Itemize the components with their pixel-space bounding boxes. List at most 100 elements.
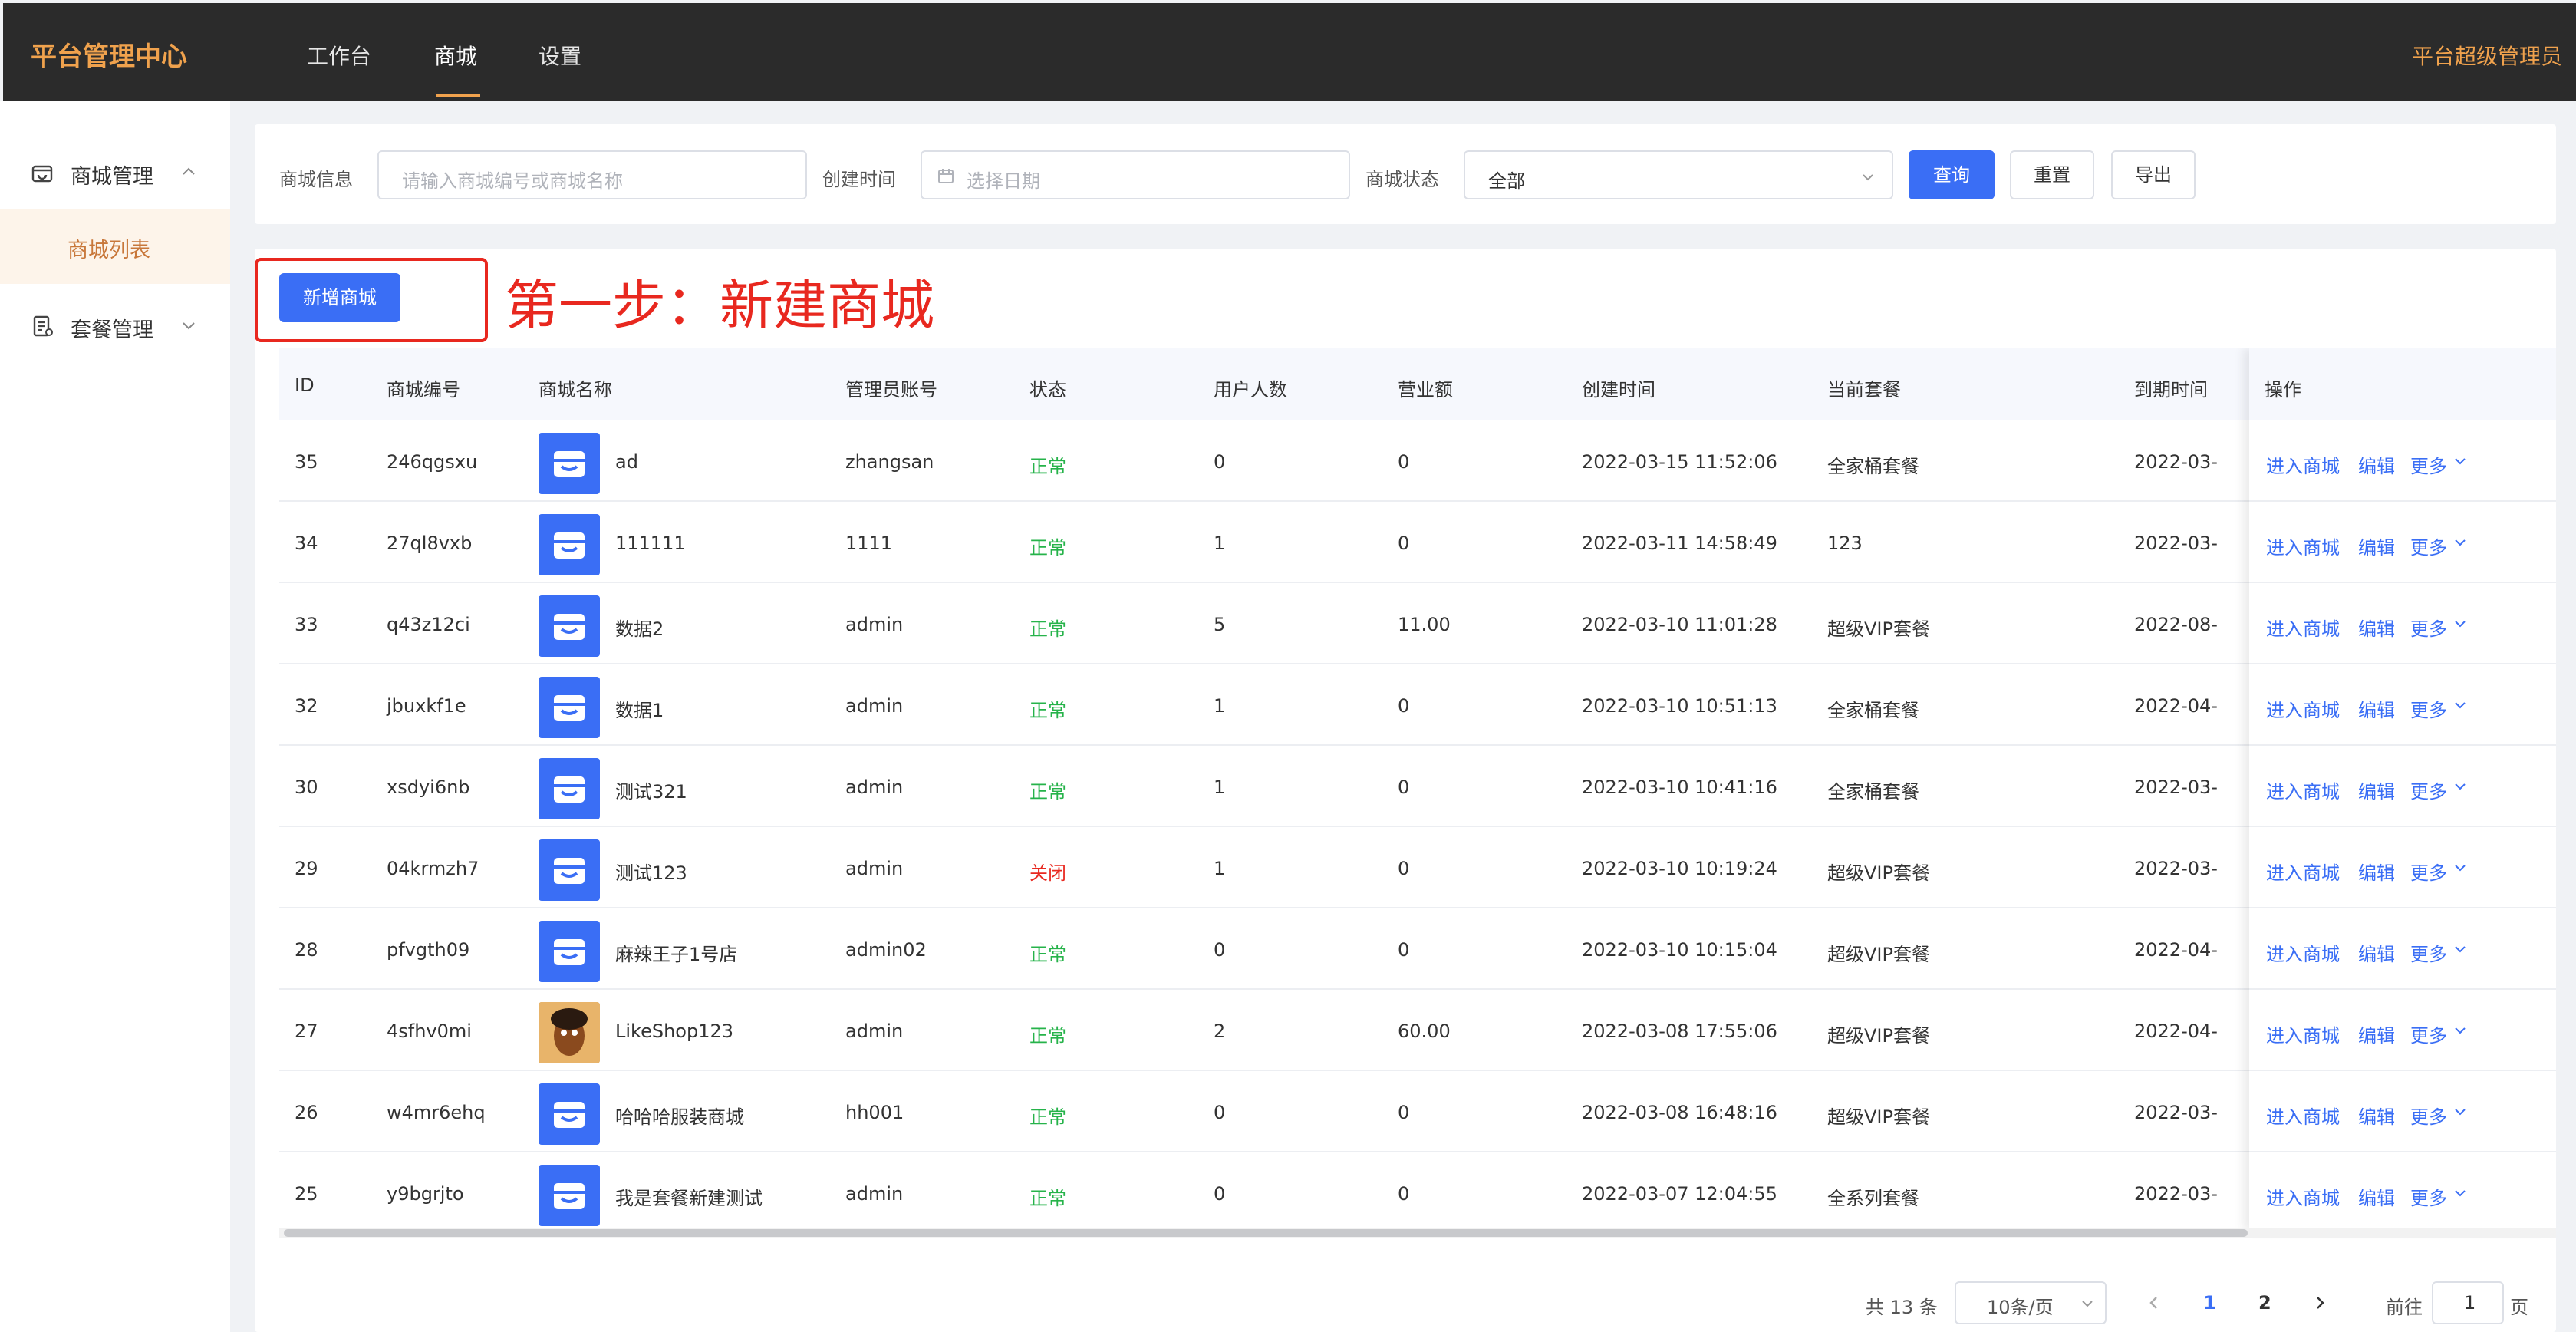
user-name[interactable]: 平台超级管理员 (2412, 40, 2562, 71)
horizontal-scrollbar[interactable] (279, 1228, 2556, 1238)
page-1[interactable]: 1 (2203, 1292, 2216, 1314)
more-link[interactable]: 更多 (2410, 1183, 2447, 1210)
table-row: 27 4sfhv0mi LikeShop123 admin 正常 2 60.00 2022-0… (279, 990, 2556, 1071)
edit-link[interactable]: 编辑 (2358, 695, 2395, 722)
edit-link[interactable]: 编辑 (2358, 1020, 2395, 1047)
chevron-down-icon (2082, 1301, 2093, 1307)
enter-mall-link[interactable]: 进入商城 (2266, 776, 2340, 803)
cell-plan: 超级VIP套餐 (1827, 862, 1930, 884)
chevron-down-icon (2455, 539, 2466, 546)
col-revenue: 营业额 (1398, 379, 1453, 401)
more-link[interactable]: 更多 (2410, 532, 2447, 559)
prev-page-icon[interactable] (2145, 1294, 2163, 1312)
cell-created: 2022-03-10 10:41:16 (1582, 776, 1777, 798)
edit-link[interactable]: 编辑 (2358, 1183, 2395, 1210)
goto-page-input[interactable]: 1 (2432, 1281, 2504, 1324)
cell-code: w4mr6ehq (387, 1102, 486, 1123)
page-size-select[interactable]: 10条/页 (1955, 1281, 2107, 1324)
edit-link[interactable]: 编辑 (2358, 614, 2395, 641)
cell-admin: admin (845, 858, 904, 879)
enter-mall-link[interactable]: 进入商城 (2266, 858, 2340, 885)
cell-id: 29 (295, 858, 318, 879)
cell-expire: 2022-03- (2134, 1102, 2218, 1123)
col-operations: 操作 (2265, 379, 2301, 401)
cell-expire: 2022-04- (2134, 695, 2218, 717)
cell-status: 关闭 (1029, 862, 1066, 884)
edit-link[interactable]: 编辑 (2358, 939, 2395, 966)
nav-mall[interactable]: 商城 (434, 40, 477, 71)
mall-info-label: 商城信息 (279, 169, 353, 190)
create-time-picker[interactable]: 选择日期 (921, 150, 1350, 199)
edit-link[interactable]: 编辑 (2358, 451, 2395, 478)
more-link[interactable]: 更多 (2410, 695, 2447, 722)
enter-mall-link[interactable]: 进入商城 (2266, 1102, 2340, 1129)
chevron-down-icon (2455, 946, 2466, 953)
cell-id: 32 (295, 695, 318, 717)
more-link[interactable]: 更多 (2410, 1102, 2447, 1129)
sidebar: 商城管理 商城列表 套餐管理 (0, 101, 230, 1332)
cell-revenue: 0 (1398, 939, 1410, 961)
cell-id: 26 (295, 1102, 318, 1123)
nav-workbench[interactable]: 工作台 (307, 40, 371, 71)
page-2[interactable]: 2 (2258, 1292, 2271, 1314)
row-operations: 进入商城 编辑 更多 (2249, 502, 2556, 583)
sidebar-item-mall-management[interactable]: 商城管理 (0, 135, 230, 209)
add-mall-button[interactable]: 新增商城 (279, 273, 400, 322)
cell-admin: admin (845, 695, 904, 717)
mall-status-select[interactable]: 全部 (1464, 150, 1893, 199)
mall-info-input[interactable]: 请输入商城编号或商城名称 (377, 150, 807, 199)
cell-status: 正常 (1029, 456, 1066, 477)
edit-link[interactable]: 编辑 (2358, 858, 2395, 885)
edit-link[interactable]: 编辑 (2358, 1102, 2395, 1129)
enter-mall-link[interactable]: 进入商城 (2266, 451, 2340, 478)
chevron-down-icon (2455, 621, 2466, 628)
edit-link[interactable]: 编辑 (2358, 776, 2395, 803)
document-icon (33, 315, 53, 337)
cell-revenue: 0 (1398, 695, 1410, 717)
top-header: 平台管理中心 工作台 商城 设置 平台超级管理员 (3, 3, 2576, 101)
mall-list-panel: 新增商城 第一步：新建商城 ID 商城编号 商城名称 管理员账号 状态 用户人数… (255, 249, 2556, 1332)
scrollbar-thumb[interactable] (284, 1229, 2248, 1237)
more-link[interactable]: 更多 (2410, 776, 2447, 803)
enter-mall-link[interactable]: 进入商城 (2266, 614, 2340, 641)
enter-mall-link[interactable]: 进入商城 (2266, 532, 2340, 559)
cell-plan: 全家桶套餐 (1827, 456, 1919, 477)
table-row: 33 q43z12ci 数据2 admin 正常 5 11.00 2022-03-10 11:… (279, 583, 2556, 664)
nav-settings[interactable]: 设置 (539, 40, 581, 71)
query-button[interactable]: 查询 (1909, 150, 1995, 199)
enter-mall-link[interactable]: 进入商城 (2266, 1020, 2340, 1047)
cell-admin: admin (845, 1020, 904, 1042)
reset-button[interactable]: 重置 (2010, 150, 2094, 199)
next-page-icon[interactable] (2311, 1294, 2329, 1312)
cell-code: pfvgth09 (387, 939, 470, 961)
cell-code: xsdyi6nb (387, 776, 470, 798)
row-operations: 进入商城 编辑 更多 (2249, 1071, 2556, 1152)
table-row: 35 246qgsxu ad zhangsan 正常 0 0 2022-03-15 11:52… (279, 420, 2556, 502)
cell-users: 1 (1214, 695, 1226, 717)
cell-users: 1 (1214, 532, 1226, 554)
more-link[interactable]: 更多 (2410, 939, 2447, 966)
cell-name: 111111 (615, 532, 686, 554)
cell-created: 2022-03-10 10:15:04 (1582, 939, 1777, 961)
more-link[interactable]: 更多 (2410, 858, 2447, 885)
store-icon (31, 165, 53, 183)
cell-plan: 超级VIP套餐 (1827, 618, 1930, 640)
cell-expire: 2022-03- (2134, 776, 2218, 798)
sidebar-item-package-management[interactable]: 套餐管理 (0, 288, 230, 362)
enter-mall-link[interactable]: 进入商城 (2266, 1183, 2340, 1210)
export-button[interactable]: 导出 (2111, 150, 2196, 199)
cell-revenue: 60.00 (1398, 1020, 1451, 1042)
more-link[interactable]: 更多 (2410, 451, 2447, 478)
enter-mall-link[interactable]: 进入商城 (2266, 695, 2340, 722)
more-link[interactable]: 更多 (2410, 614, 2447, 641)
cell-expire: 2022-08- (2134, 614, 2218, 635)
more-link[interactable]: 更多 (2410, 1020, 2447, 1047)
row-operations: 进入商城 编辑 更多 (2249, 827, 2556, 908)
edit-link[interactable]: 编辑 (2358, 532, 2395, 559)
sidebar-item-label: 商城列表 (68, 239, 150, 262)
cell-code: q43z12ci (387, 614, 470, 635)
goto-page-value: 1 (2464, 1292, 2476, 1314)
enter-mall-link[interactable]: 进入商城 (2266, 939, 2340, 966)
sidebar-item-mall-list[interactable]: 商城列表 (0, 209, 230, 284)
table-row: 25 y9bgrjto 我是套餐新建测试 admin 正常 0 0 2022-03-07 12… (279, 1152, 2556, 1234)
